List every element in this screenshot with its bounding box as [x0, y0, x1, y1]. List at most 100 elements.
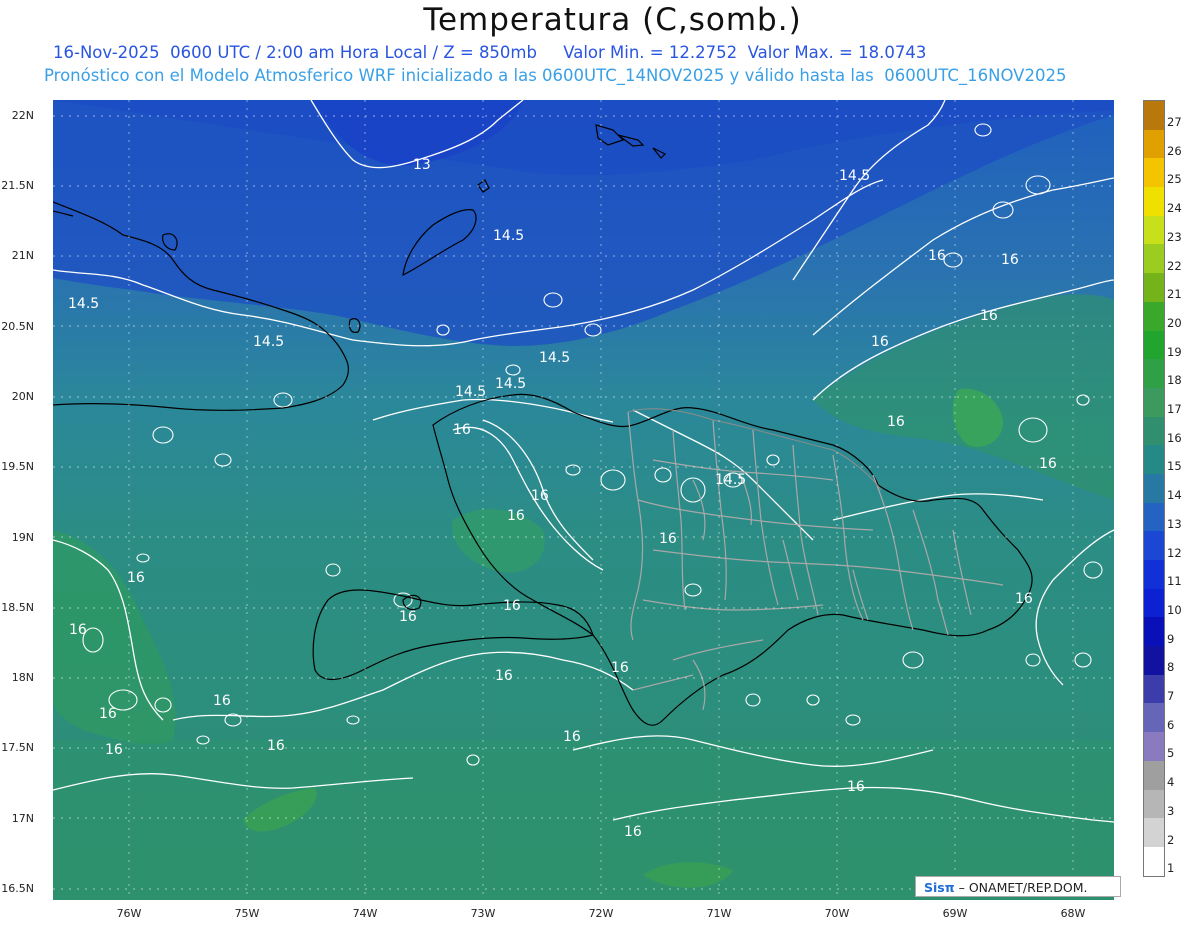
- colorbar-label: 18: [1167, 373, 1182, 388]
- lat-label: 21.5N: [1, 179, 34, 192]
- colorbar-label: 12: [1167, 545, 1182, 560]
- colorbar-label: 4: [1167, 775, 1175, 790]
- contour-label: 16: [69, 622, 87, 638]
- lat-label: 17N: [11, 812, 34, 825]
- colorbar-swatch: [1144, 244, 1164, 274]
- lat-label: 21N: [11, 249, 34, 262]
- colorbar-swatch: [1144, 359, 1164, 388]
- colorbar-swatch: [1144, 760, 1164, 790]
- model-info-line: Pronóstico con el Modelo Atmosferico WRF…: [44, 66, 1067, 85]
- colorbar-swatch: [1144, 732, 1164, 761]
- lat-label: 18N: [11, 671, 34, 684]
- colorbar-label: 7: [1167, 689, 1175, 703]
- colorbar-label: 15: [1167, 459, 1182, 474]
- contour-label: 16: [847, 779, 865, 795]
- contour-label: 16: [105, 742, 123, 758]
- contour-label: 16: [495, 668, 513, 684]
- colorbar-swatch: [1144, 387, 1164, 417]
- contour-label: 16: [213, 693, 231, 709]
- contour-label: 16: [531, 488, 549, 504]
- colorbar-label: 19: [1167, 344, 1182, 359]
- contour-label: 14.5: [539, 350, 570, 366]
- lat-label: 16.5N: [1, 882, 34, 895]
- colorbar-swatch: [1144, 158, 1164, 188]
- colorbar-label: 21: [1167, 287, 1182, 302]
- colorbar-swatch: [1144, 330, 1164, 360]
- colorbar-label: 25: [1167, 172, 1182, 187]
- temperature-map: 13 14.5 14.5 14.5 14.5 14.5 14.5 14.5 14…: [53, 100, 1114, 900]
- lon-label: 70W: [824, 907, 850, 920]
- colorbar-swatch: [1144, 129, 1164, 159]
- colorbar-swatch: [1144, 416, 1164, 446]
- colorbar-label: 17: [1167, 402, 1182, 416]
- contour-label: 16: [503, 598, 521, 614]
- colorbar-swatch: [1144, 846, 1164, 876]
- colorbar-label: 1: [1167, 861, 1175, 876]
- colorbar-swatch: [1144, 301, 1164, 331]
- colorbar-swatch: [1144, 703, 1164, 733]
- colorbar-swatch: [1144, 789, 1164, 819]
- contour-label: 16: [507, 508, 525, 524]
- colorbar-label: 14: [1167, 488, 1182, 503]
- contour-label: 13: [413, 157, 431, 173]
- forecast-time-line: 16-Nov-2025 0600 UTC / 2:00 am Hora Loca…: [53, 43, 927, 62]
- map-title: Temperatura (C,somb.): [423, 2, 802, 38]
- colorbar-label: 2: [1167, 832, 1175, 847]
- credit-box: Sisπ – ONAMET/REP.DOM.: [915, 876, 1121, 897]
- contour-label: 16: [887, 414, 905, 430]
- colorbar-label: 22: [1167, 258, 1182, 273]
- colorbar-swatch: [1144, 101, 1164, 130]
- colorbar-label: 3: [1167, 803, 1175, 818]
- credit-brand: Sisπ: [924, 880, 955, 895]
- contour-label: 16: [563, 729, 581, 745]
- lat-label: 20.5N: [1, 320, 34, 333]
- contour-label: 16: [871, 334, 889, 350]
- colorbar-swatch: [1144, 560, 1164, 589]
- lon-label: 72W: [588, 907, 614, 920]
- colorbar-swatch: [1144, 445, 1164, 474]
- contour-label: 16: [127, 570, 145, 586]
- colorbar-label: 26: [1167, 143, 1182, 158]
- contour-label: 14.5: [493, 228, 524, 244]
- colorbar-label: 6: [1167, 717, 1175, 732]
- colorbar-swatch: [1144, 617, 1164, 647]
- contour-label: 14.5: [495, 376, 526, 392]
- lat-label: 17.5N: [1, 741, 34, 754]
- colorbar: [1143, 100, 1165, 877]
- contour-label: 14.5: [253, 334, 284, 350]
- contour-label: 14.5: [839, 168, 870, 184]
- contour-label: 16: [624, 824, 642, 840]
- colorbar-label: 16: [1167, 430, 1182, 445]
- contour-label: 16: [1015, 591, 1033, 607]
- colorbar-label: 27: [1167, 115, 1182, 129]
- lon-label: 75W: [234, 907, 260, 920]
- lat-label: 22N: [11, 109, 34, 122]
- lat-label: 19.5N: [1, 460, 34, 473]
- lon-label: 69W: [942, 907, 968, 920]
- colorbar-swatch: [1144, 473, 1164, 503]
- contour-label: 16: [453, 422, 471, 438]
- colorbar-label: 9: [1167, 631, 1175, 646]
- contour-label: 16: [611, 660, 629, 676]
- colorbar-label: 8: [1167, 660, 1175, 675]
- lon-label: 74W: [352, 907, 378, 920]
- contour-label: 16: [1039, 456, 1057, 472]
- contour-label: 16: [399, 609, 417, 625]
- contour-label: 16: [659, 531, 677, 547]
- colorbar-swatch: [1144, 818, 1164, 847]
- colorbar-swatch: [1144, 531, 1164, 560]
- credit-text: – ONAMET/REP.DOM.: [958, 880, 1088, 895]
- lat-label: 20N: [11, 390, 34, 403]
- colorbar-label: 23: [1167, 229, 1182, 244]
- contour-label: 14.5: [455, 384, 486, 400]
- colorbar-swatch: [1144, 502, 1164, 532]
- contour-label: 16: [928, 248, 946, 264]
- lon-label: 71W: [706, 907, 732, 920]
- colorbar-swatch: [1144, 588, 1164, 618]
- lon-label: 73W: [470, 907, 496, 920]
- contour-label: 16: [980, 308, 998, 324]
- contour-label: 14.5: [68, 296, 99, 312]
- colorbar-label: 10: [1167, 602, 1182, 617]
- contour-label: 16: [1001, 252, 1019, 268]
- colorbar-label: 13: [1167, 516, 1182, 531]
